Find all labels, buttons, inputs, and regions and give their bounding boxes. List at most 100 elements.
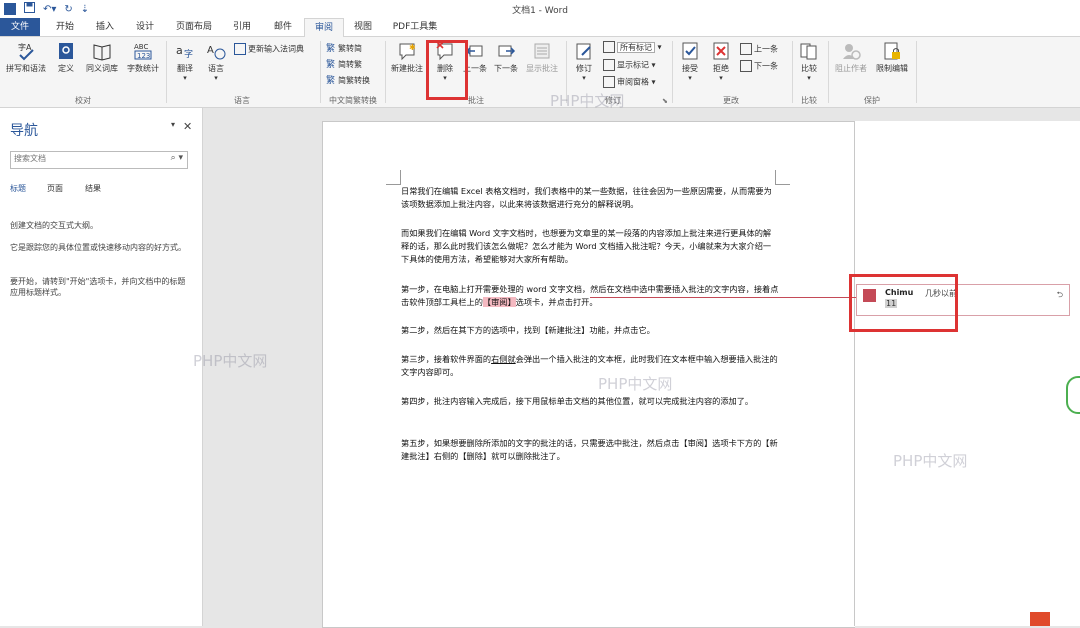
translate-button[interactable]: a字 翻译 ▾	[170, 41, 200, 82]
margin-corner-mark	[775, 170, 790, 185]
simp-trad-convert-label: 简繁转换	[338, 76, 370, 85]
paragraph-5-underlined: 右侧就	[491, 354, 516, 364]
previous-change-icon	[740, 43, 752, 55]
ribbon: 字A 拼写和语法 定义 同义词库 ABC 123 字数统计 校对 a字 翻译 ▾ …	[0, 37, 1080, 108]
margin-corner-mark	[386, 170, 401, 185]
language-button[interactable]: A 语言 ▾	[202, 41, 230, 82]
simp-to-trad-button[interactable]: 繁简转繁	[326, 59, 362, 71]
floating-widget-icon[interactable]	[1066, 376, 1080, 414]
group-label-chinese-conversion: 中文简繁转换	[329, 96, 377, 105]
restrict-editing-button[interactable]: 限制编辑	[872, 41, 912, 74]
tab-insert[interactable]: 插入	[86, 18, 124, 36]
compare-button[interactable]: 比较 ▾	[796, 41, 822, 82]
nav-options-icon[interactable]: ▾	[171, 120, 175, 129]
compare-dropdown-icon: ▾	[807, 74, 811, 82]
nav-help-text-1: 创建文档的交互式大纲。	[10, 221, 98, 230]
paragraph-6: 第四步，批注内容输入完成后，接下用鼠标单击文档的其他位置，就可以完成批注内容的添…	[401, 396, 754, 406]
word-count-label: 字数统计	[127, 64, 159, 73]
tracking-dialog-launcher-icon[interactable]: ⬊	[662, 95, 668, 107]
language-icon: A	[207, 45, 226, 60]
accept-dropdown-icon: ▾	[688, 74, 692, 82]
watermark: PHP中文网	[598, 375, 673, 393]
commented-text[interactable]: 【审阅】	[482, 297, 516, 307]
comment-highlight-box	[849, 274, 958, 332]
tab-design[interactable]: 设计	[126, 18, 164, 36]
group-label-compare: 比较	[801, 96, 817, 105]
paragraph-5-text-a: 第三步，接着软件界面的	[401, 354, 492, 364]
language-label: 语言	[208, 64, 224, 73]
nav-tab-pages[interactable]: 页面	[47, 183, 63, 194]
next-comment-icon	[498, 45, 516, 57]
group-separator	[828, 41, 829, 103]
reviewing-pane-button[interactable]: 审阅窗格 ▾	[603, 76, 656, 88]
translate-label: 翻译	[177, 64, 193, 73]
svg-text:✱: ✱	[409, 43, 416, 52]
svg-text:A: A	[207, 45, 214, 56]
trad-to-simp-label: 繁转简	[338, 44, 362, 53]
word-count-button[interactable]: ABC 123 字数统计	[124, 41, 162, 74]
tab-references[interactable]: 引用	[222, 18, 262, 36]
markup-select[interactable]: 所有标记 ▾	[603, 41, 662, 53]
show-comments-label: 显示批注	[526, 64, 558, 73]
paragraph-2: 而如果我们在编辑 Word 文字文档时，也想要为文章里的某一段落的内容添加上批注…	[401, 228, 772, 264]
tab-file[interactable]: 文件	[0, 18, 40, 36]
show-comments-button[interactable]: 显示批注	[522, 41, 562, 74]
svg-text:字: 字	[184, 48, 193, 60]
compare-label: 比较	[801, 64, 817, 73]
define-label: 定义	[58, 64, 74, 73]
paragraph-3-text-b: 选项卡，并点击打开。	[515, 297, 598, 307]
track-changes-button[interactable]: 修订 ▾	[570, 41, 598, 82]
next-comment-button[interactable]: 下一条	[492, 41, 520, 74]
tab-view[interactable]: 视图	[344, 18, 382, 36]
new-comment-button[interactable]: ✱ 新建批注	[388, 41, 426, 74]
group-label-language: 语言	[234, 96, 250, 105]
nav-tab-results[interactable]: 结果	[85, 183, 101, 194]
define-button[interactable]: 定义	[54, 41, 78, 74]
show-markup-dropdown-icon: ▾	[649, 60, 656, 70]
simp-trad-convert-button[interactable]: 繁简繁转换	[326, 75, 370, 87]
nav-help-text-2: 它是跟踪您的具体位置或快速移动内容的好方式。	[10, 243, 186, 252]
trad-to-simp-button[interactable]: 繁繁转简	[326, 43, 362, 55]
tab-home[interactable]: 开始	[46, 18, 84, 36]
ime-toolbar-icon[interactable]	[1030, 612, 1050, 626]
restrict-editing-icon	[884, 42, 900, 60]
group-separator	[672, 41, 673, 103]
reject-button[interactable]: 拒绝 ▾	[707, 41, 735, 82]
next-change-button[interactable]: 下一条	[740, 60, 778, 72]
tab-mailings[interactable]: 邮件	[264, 18, 302, 36]
tab-layout[interactable]: 页面布局	[168, 18, 220, 36]
previous-change-button[interactable]: 上一条	[740, 43, 778, 55]
svg-text:ABC: ABC	[134, 43, 148, 51]
navigation-title: 导航	[10, 123, 38, 139]
nav-close-icon[interactable]: ✕	[183, 120, 192, 133]
thesaurus-button[interactable]: 同义词库	[82, 41, 122, 74]
search-icon[interactable]: ⌕ ▾	[171, 153, 183, 163]
spelling-check-icon: 字A	[18, 42, 34, 61]
nav-search-input[interactable]	[14, 154, 154, 163]
group-separator	[916, 41, 917, 103]
watermark: PHP中文网	[193, 352, 268, 370]
thesaurus-label: 同义词库	[86, 64, 118, 73]
title-bar: W ↶▾ ↻ ⇣ 文档1 - Word	[0, 0, 1080, 18]
svg-text:123: 123	[137, 52, 150, 60]
spelling-grammar-button[interactable]: 字A 拼写和语法	[4, 41, 48, 74]
accept-button[interactable]: 接受 ▾	[676, 41, 704, 82]
tab-review[interactable]: 审阅	[304, 18, 344, 38]
tab-pdf-tools[interactable]: PDF工具集	[384, 18, 446, 36]
group-label-changes: 更改	[723, 96, 739, 105]
block-authors-button[interactable]: 阻止作者	[832, 41, 870, 74]
translate-icon: a字	[176, 44, 193, 60]
paragraph-7: 第五步，如果想要删除所添加的文字的批注的话，只需要选中批注，然后点击【审阅】选项…	[401, 438, 778, 461]
group-separator	[385, 41, 386, 103]
group-label-proofing: 校对	[75, 96, 91, 105]
reviewing-pane-label: 审阅窗格	[617, 77, 649, 87]
new-comment-icon: ✱	[399, 43, 416, 61]
reply-icon[interactable]: ⮌	[1057, 289, 1063, 303]
next-change-icon	[740, 60, 752, 72]
update-ime-dictionary-button[interactable]: 更新输入法词典	[234, 43, 304, 55]
nav-search-box[interactable]: ⌕ ▾	[10, 151, 188, 169]
update-ime-label: 更新输入法词典	[248, 44, 304, 54]
nav-tab-headings[interactable]: 标题	[10, 183, 26, 194]
reject-icon	[713, 42, 729, 60]
show-markup-button[interactable]: 显示标记 ▾	[603, 59, 656, 71]
